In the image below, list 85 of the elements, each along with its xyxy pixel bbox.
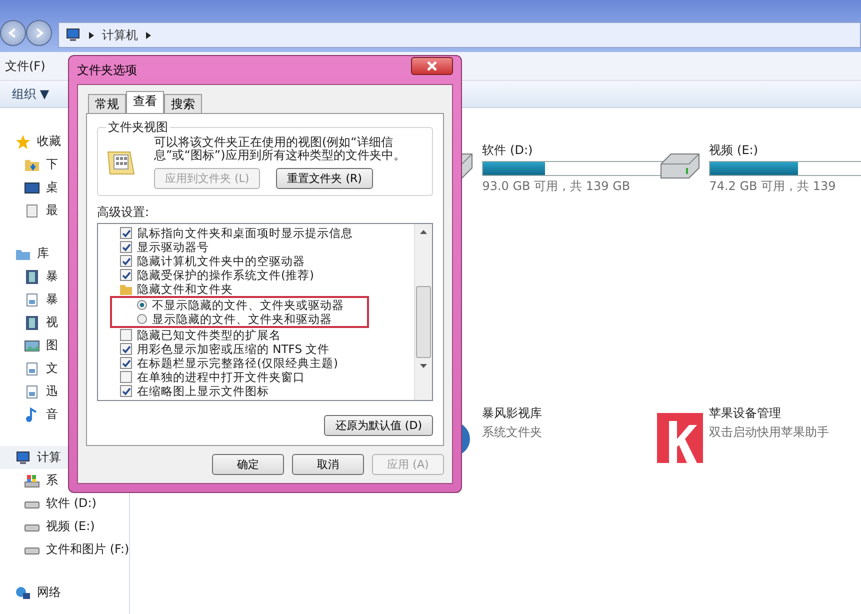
app-logo-icon bbox=[657, 413, 704, 463]
item-name: 暴风影视库 bbox=[482, 405, 542, 422]
document-icon bbox=[24, 360, 40, 376]
monitor-icon bbox=[24, 180, 40, 196]
sidebar-item[interactable]: 下 bbox=[0, 153, 130, 176]
setting-label: 显示驱动器号 bbox=[137, 240, 209, 254]
setting-label: 在标题栏显示完整路径(仅限经典主题) bbox=[137, 356, 338, 370]
scroll-up-icon[interactable] bbox=[420, 230, 427, 234]
setting-label: 显示隐藏的文件、文件夹和驱动器 bbox=[152, 312, 332, 326]
tab[interactable]: 常规 bbox=[88, 94, 126, 114]
menu-item[interactable]: 文件(F) bbox=[5, 58, 46, 74]
sidebar-item[interactable]: 迅 bbox=[0, 380, 130, 403]
document-icon bbox=[24, 384, 40, 400]
document-icon bbox=[24, 202, 40, 218]
checkbox[interactable] bbox=[120, 371, 132, 383]
sidebar-item[interactable]: 图 bbox=[0, 334, 130, 357]
tab[interactable]: 搜索 bbox=[164, 94, 202, 114]
tab[interactable]: 查看 bbox=[126, 91, 164, 114]
checkbox[interactable] bbox=[120, 269, 132, 281]
scroll-down-icon[interactable] bbox=[420, 364, 427, 368]
sidebar-item[interactable]: 音 bbox=[0, 403, 130, 426]
close-icon bbox=[427, 61, 437, 71]
advanced-settings-label: 高级设置: bbox=[97, 204, 150, 221]
dialog-button[interactable]: 重置文件夹 (R) bbox=[276, 168, 373, 189]
item-description: 系统文件夹 bbox=[482, 424, 542, 441]
setting-label: 隐藏受保护的操作系统文件(推荐) bbox=[137, 268, 314, 282]
group-title: 文件夹视图 bbox=[107, 119, 169, 136]
sidebar-item[interactable]: 视频 (E:) bbox=[0, 515, 130, 538]
checkbox[interactable] bbox=[120, 255, 132, 267]
folder-views-description: 可以将该文件夹正在使用的视图(例如“详细信息”或“图标”)应用到所有这种类型的文件夹中。 bbox=[154, 136, 406, 162]
sidebar-item[interactable]: 文 bbox=[0, 357, 130, 380]
forward-button[interactable] bbox=[26, 20, 52, 46]
picture-icon bbox=[24, 338, 40, 354]
restore-defaults-button[interactable]: 还原为默认值 (D) bbox=[324, 415, 433, 436]
setting-label: 在缩略图上显示文件图标 bbox=[137, 384, 269, 398]
checkbox[interactable] bbox=[120, 343, 132, 355]
radio-button[interactable] bbox=[137, 300, 147, 310]
checkbox[interactable] bbox=[120, 329, 132, 341]
chevron-icon bbox=[146, 32, 151, 38]
dialog-button[interactable]: 取消 bbox=[292, 454, 364, 475]
dialog-button[interactable]: 确定 bbox=[212, 454, 284, 475]
item-description: 双击启动快用苹果助手 bbox=[709, 424, 830, 441]
drive-space-text: 74.2 GB 可用，共 139 bbox=[709, 178, 837, 195]
sidebar-item[interactable]: 暴 bbox=[0, 288, 130, 311]
radio-button[interactable] bbox=[137, 314, 147, 324]
dialog-title: 文件夹选项 bbox=[77, 62, 137, 78]
address-bar[interactable]: 计算机 bbox=[58, 22, 861, 48]
document-icon bbox=[24, 292, 40, 308]
checkbox[interactable] bbox=[120, 385, 132, 397]
checkbox[interactable] bbox=[120, 227, 132, 239]
setting-label: 不显示隐藏的文件、文件夹或驱动器 bbox=[152, 298, 344, 312]
drive-name: 软件 (D:) bbox=[482, 142, 534, 159]
sidebar-item[interactable]: 库 bbox=[0, 242, 130, 265]
item-name: 苹果设备管理 bbox=[709, 405, 782, 422]
drive-space-text: 93.0 GB 可用，共 139 GB bbox=[482, 178, 632, 195]
checkbox[interactable] bbox=[120, 357, 132, 369]
system-drive-icon bbox=[24, 472, 40, 488]
setting-label: 在单独的进程中打开文件夹窗口 bbox=[137, 370, 305, 384]
sidebar-item[interactable]: 文件和图片 (F:) bbox=[0, 538, 130, 561]
sidebar-item[interactable]: 桌 bbox=[0, 176, 130, 199]
computer-icon bbox=[65, 28, 81, 42]
chevron-icon bbox=[89, 32, 94, 38]
sidebar-item[interactable]: 系 bbox=[0, 469, 130, 492]
organize-button[interactable]: 组织 ▼ bbox=[12, 86, 50, 102]
setting-label: 鼠标指向文件夹和桌面项时显示提示信息 bbox=[137, 226, 353, 240]
sidebar-item[interactable]: 网络 bbox=[0, 581, 130, 604]
sidebar-item[interactable]: 暴 bbox=[0, 265, 130, 288]
film-icon bbox=[24, 314, 40, 330]
sidebar-item[interactable]: 视 bbox=[0, 311, 130, 334]
sidebar-item[interactable]: 软件 (D:) bbox=[0, 492, 130, 515]
address-text: 计算机 bbox=[102, 26, 138, 44]
setting-label: 用彩色显示加密或压缩的 NTFS 文件 bbox=[137, 342, 330, 356]
close-button[interactable] bbox=[411, 57, 453, 75]
scrollbar[interactable] bbox=[414, 224, 432, 400]
setting-label: 隐藏文件和文件夹 bbox=[137, 282, 233, 296]
star-icon bbox=[15, 134, 31, 150]
drive-name: 视频 (E:) bbox=[709, 142, 760, 159]
back-button[interactable] bbox=[0, 20, 26, 46]
film-icon bbox=[24, 268, 40, 284]
folder-icon bbox=[120, 284, 132, 294]
network-icon bbox=[15, 584, 31, 600]
setting-label: 隐藏计算机文件夹中的空驱动器 bbox=[137, 254, 305, 268]
checkbox[interactable] bbox=[120, 241, 132, 253]
setting-label: 隐藏已知文件类型的扩展名 bbox=[137, 328, 281, 342]
computer-icon bbox=[15, 450, 31, 466]
